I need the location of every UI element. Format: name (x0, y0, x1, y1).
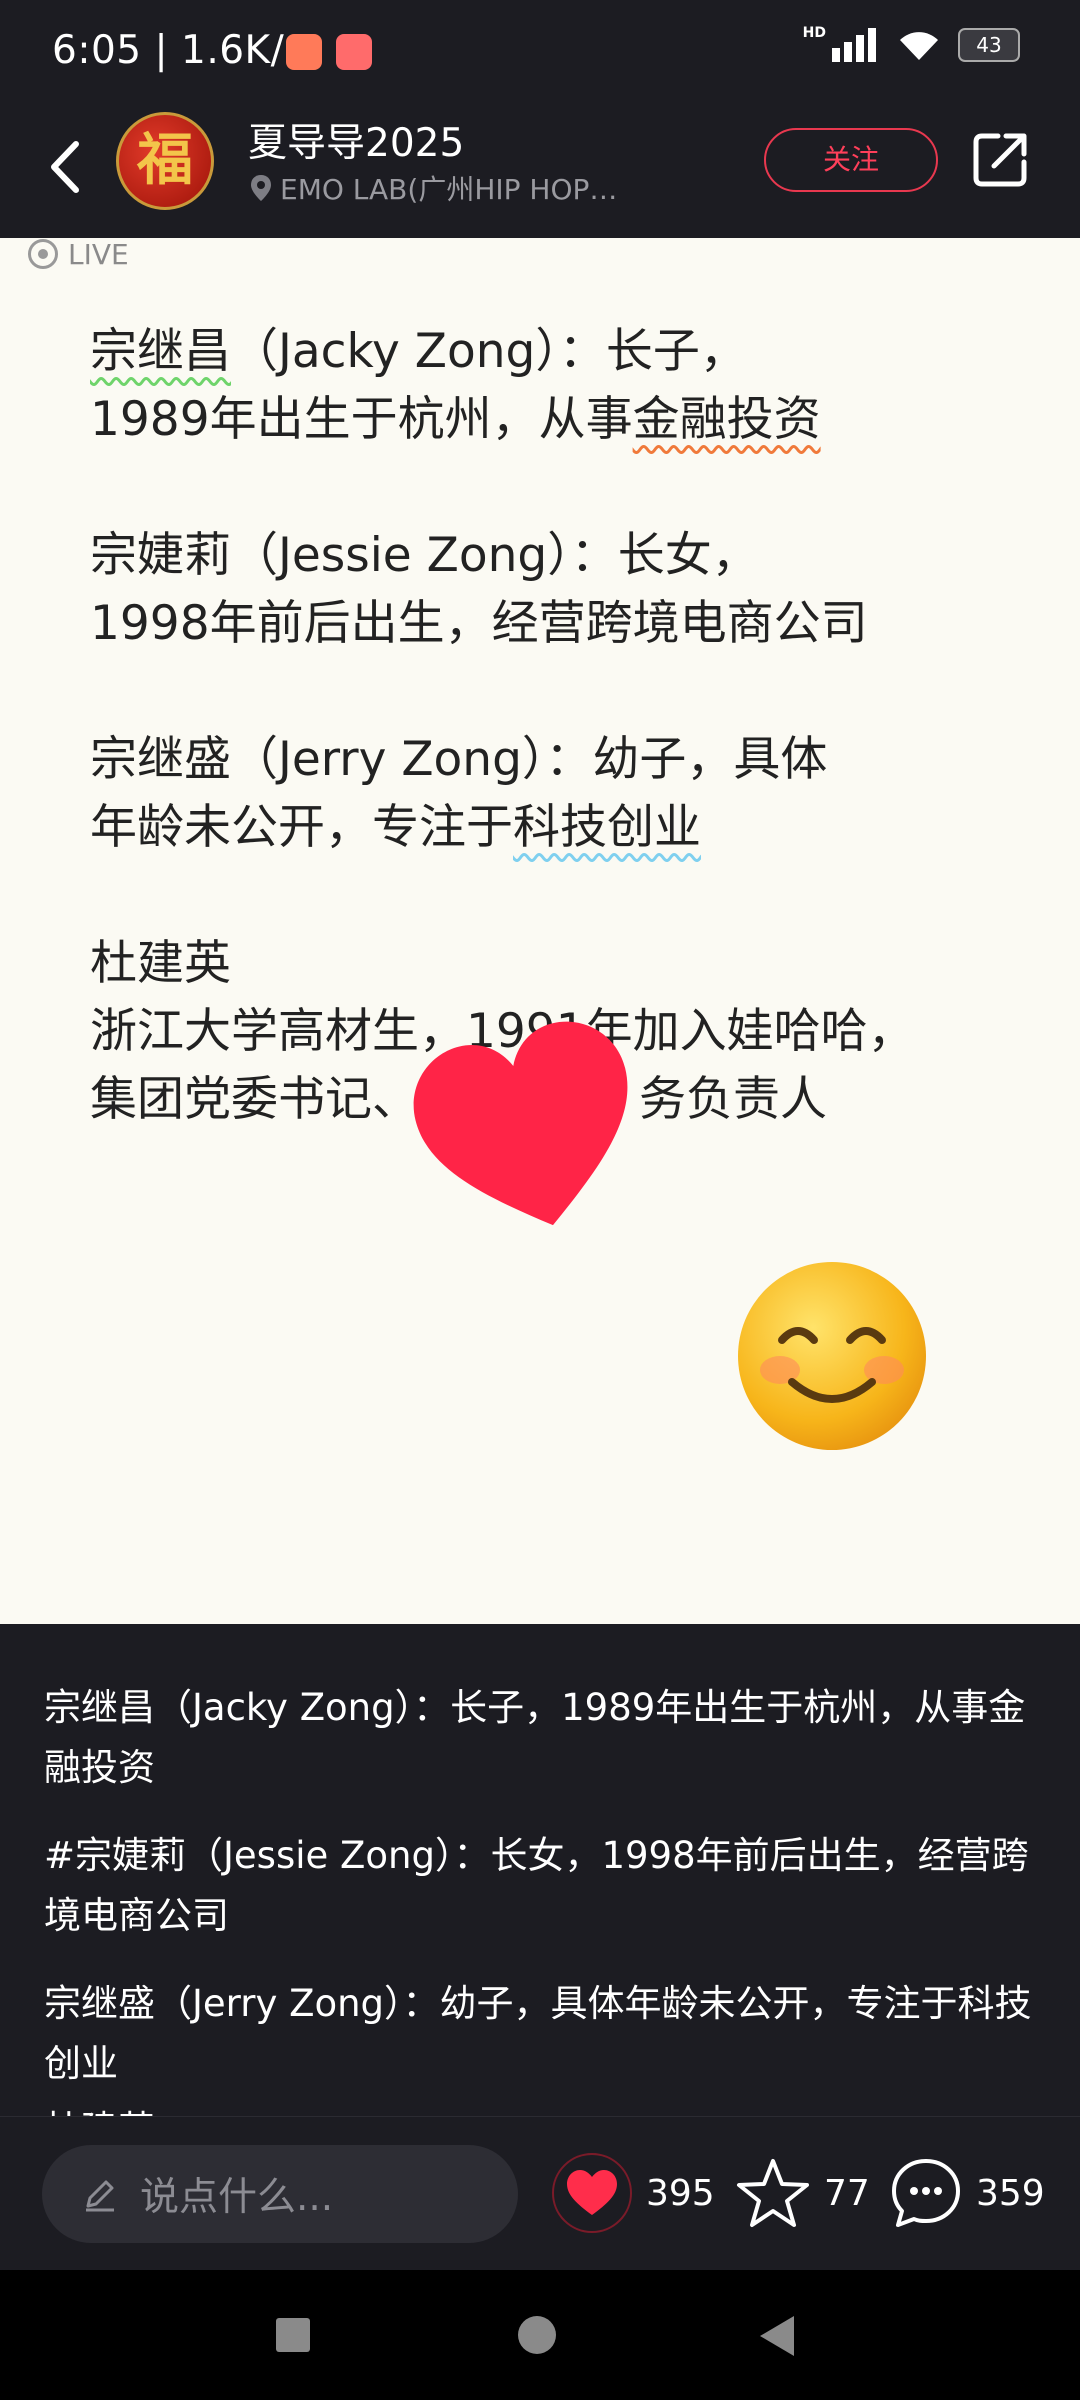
home-icon[interactable] (518, 2316, 556, 2354)
caption-paragraph: #宗婕莉（Jessie Zong）：长女，1998年前后出生，经营跨境电商公司 (44, 1834, 1029, 1937)
location-text: EMO LAB(广州HIP HOP… (280, 173, 618, 206)
hd-label: HD (802, 25, 826, 41)
post-caption[interactable]: 宗继昌（Jacky Zong）：长子，1989年出生于杭州，从事金融投资 #宗婕… (44, 1678, 1044, 2122)
text-line: 宗婕莉（Jessie Zong）：长女， (90, 528, 759, 583)
like-icon-wrap (552, 2153, 632, 2233)
image-paragraph-3: 宗继盛（Jerry Zong）：幼子，具体 年龄未公开，专注于科技创业 (90, 726, 827, 862)
comment-button[interactable]: 359 (890, 2157, 1045, 2229)
underlined-text: 金融投资 (632, 392, 821, 447)
comment-bubble-icon (892, 2159, 960, 2227)
avatar[interactable]: 福 (116, 112, 214, 210)
text-line: 1998年前后出生，经营跨境电商公司 (90, 596, 868, 651)
app-notification-icon-2 (336, 34, 372, 70)
underlined-text: 科技创业 (513, 800, 701, 855)
share-icon[interactable] (972, 130, 1030, 188)
battery-indicator: 43 (958, 28, 1020, 62)
status-time: 6:05 | 1.6K/s (52, 28, 306, 73)
status-icons: HD 43 (802, 25, 1020, 62)
heart-sticker-icon (413, 1021, 628, 1226)
star-icon (737, 2159, 809, 2227)
comment-placeholder: 说点什么... (140, 2175, 334, 2220)
back-icon[interactable] (760, 2316, 794, 2356)
interaction-bar: 说点什么... 395 77 359 (0, 2116, 1080, 2271)
follow-button[interactable]: 关注 (764, 128, 938, 192)
text-segment: 务负责人 (639, 1072, 827, 1127)
live-icon (28, 239, 58, 269)
text-segment: 1989年出生于杭州，从事 (90, 392, 633, 447)
favorite-button[interactable]: 77 (736, 2157, 870, 2229)
image-paragraph-1: 宗继昌（Jacky Zong）：长子， 1989年出生于杭州，从事金融投资 (90, 318, 821, 454)
caption-paragraph: 宗继盛（Jerry Zong）：幼子，具体年龄未公开，专注于科技创业 (44, 1982, 1032, 2085)
live-photo-badge[interactable]: LIVE (28, 238, 129, 276)
author-name[interactable]: 夏导导2025 (248, 112, 464, 168)
like-button[interactable]: 395 (552, 2153, 715, 2233)
text-line: 宗继盛（Jerry Zong）：幼子，具体 (90, 732, 828, 787)
caption-paragraph: 宗继昌（Jacky Zong）：长子，1989年出生于杭州，从事金融投资 (44, 1686, 1026, 1789)
system-nav-bar (0, 2270, 1080, 2400)
image-paragraph-2: 宗婕莉（Jessie Zong）：长女， 1998年前后出生，经营跨境电商公司 (90, 522, 868, 658)
location-tag[interactable]: EMO LAB(广州HIP HOP… (250, 168, 617, 208)
like-count: 395 (646, 2172, 715, 2214)
underlined-name: 宗继昌 (90, 324, 231, 379)
text-segment: （Jacky Zong）：长子， (231, 324, 747, 379)
favorite-count: 77 (824, 2172, 870, 2214)
recent-apps-icon[interactable] (276, 2318, 310, 2352)
text-line: 杜建英 (90, 936, 231, 991)
status-bar: 6:05 | 1.6K/s HD 43 (0, 0, 1080, 102)
pencil-icon (86, 2180, 114, 2212)
signal-icon (832, 28, 876, 62)
post-header: 福 夏导导2025 EMO LAB(广州HIP HOP… 关注 (0, 102, 1080, 238)
heart-icon (567, 2170, 617, 2215)
caption-paragraph-cut: 杜建英 (44, 2100, 155, 2116)
live-label: LIVE (68, 238, 129, 271)
text-segment: 集团党委书记、 (90, 1072, 419, 1127)
comment-input[interactable]: 说点什么... (42, 2145, 518, 2243)
post-image[interactable]: LIVE 宗继昌（Jacky Zong）：长子， 1989年出生于杭州，从事金融… (0, 238, 1080, 1624)
comment-count: 359 (976, 2172, 1045, 2214)
text-segment: 年龄未公开，专注于 (90, 800, 513, 855)
location-pin-icon (251, 175, 271, 201)
smiling-face-icon (738, 1262, 926, 1450)
back-arrow-icon[interactable] (36, 132, 96, 202)
app-notification-icon (286, 34, 322, 70)
wifi-icon (900, 32, 938, 60)
